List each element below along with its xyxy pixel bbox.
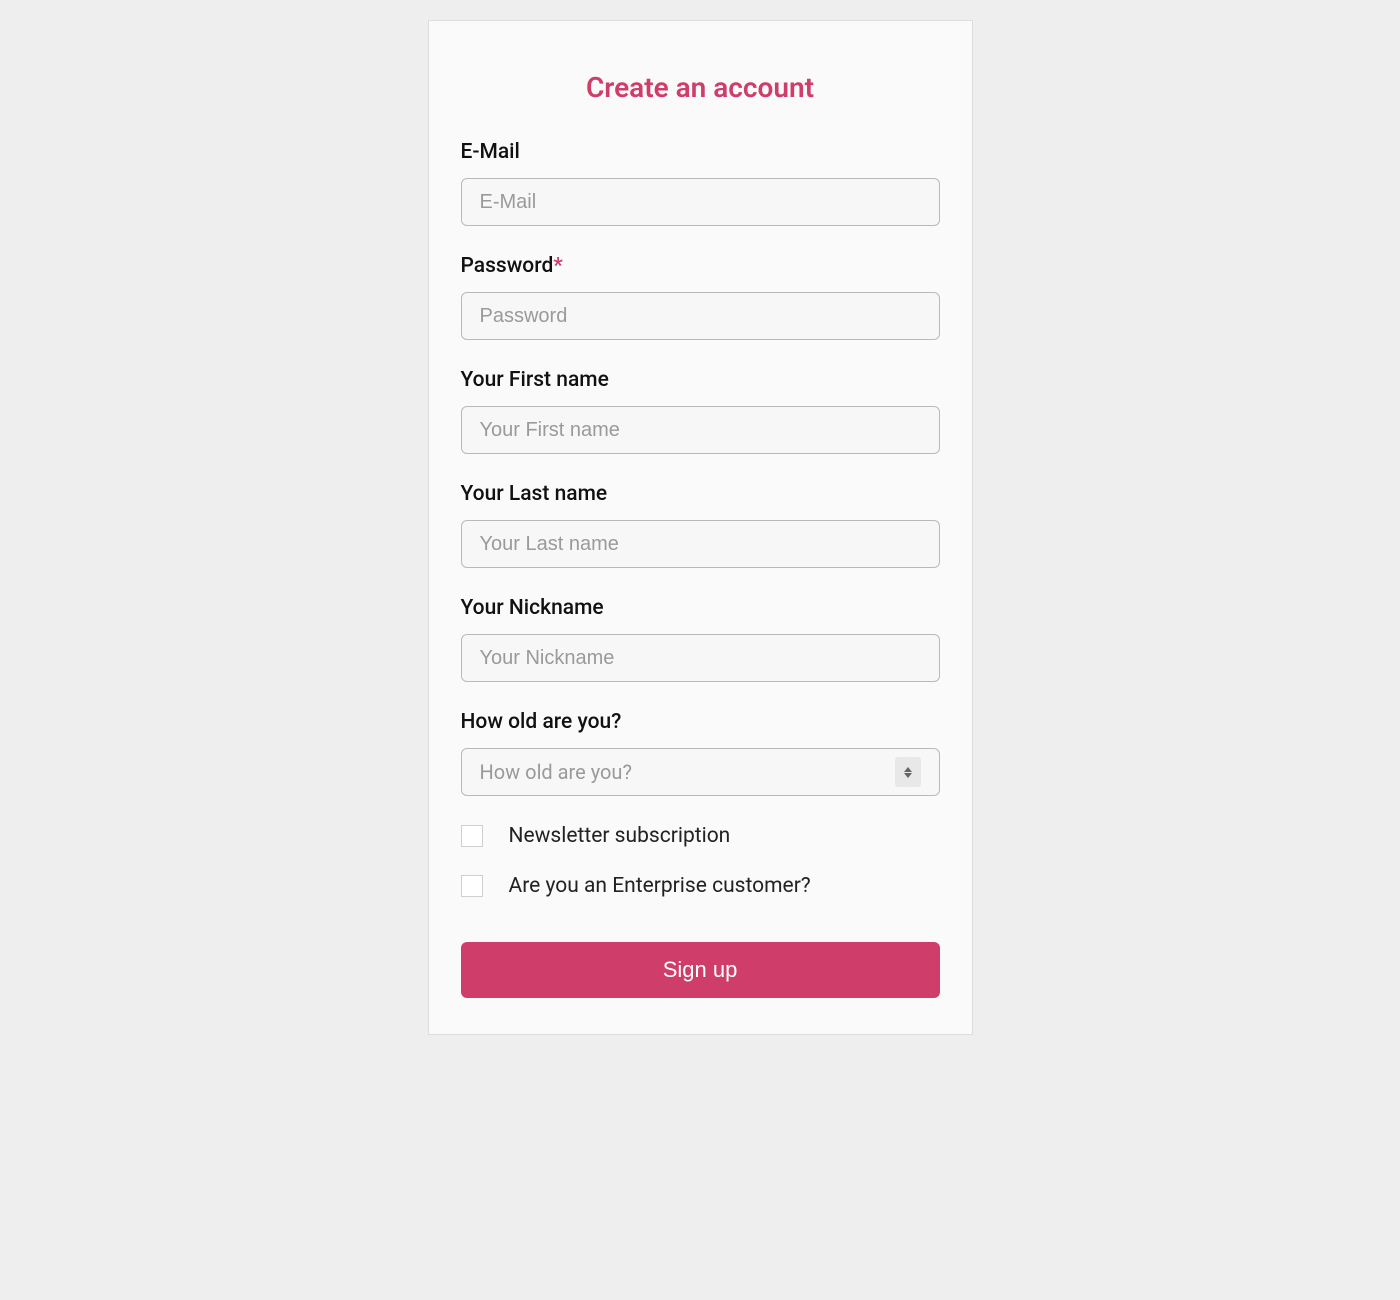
age-label: How old are you?: [461, 710, 940, 734]
enterprise-row: Are you an Enterprise customer?: [461, 874, 940, 898]
chevron-down-icon: [904, 773, 912, 778]
select-stepper-icon: [895, 757, 921, 787]
chevron-up-icon: [904, 767, 912, 772]
firstname-label: Your First name: [461, 368, 940, 392]
age-select-placeholder: How old are you?: [480, 760, 632, 784]
field-age: How old are you? How old are you?: [461, 710, 940, 796]
field-email: E-Mail: [461, 140, 940, 226]
newsletter-checkbox[interactable]: [461, 825, 483, 847]
field-lastname: Your Last name: [461, 482, 940, 568]
password-input[interactable]: [461, 292, 940, 340]
form-title: Create an account: [461, 71, 940, 104]
firstname-input[interactable]: [461, 406, 940, 454]
field-firstname: Your First name: [461, 368, 940, 454]
password-label: Password*: [461, 254, 940, 278]
nickname-input[interactable]: [461, 634, 940, 682]
field-nickname: Your Nickname: [461, 596, 940, 682]
lastname-input[interactable]: [461, 520, 940, 568]
email-label: E-Mail: [461, 140, 940, 164]
signup-card: Create an account E-Mail Password* Your …: [428, 20, 973, 1035]
newsletter-label: Newsletter subscription: [509, 824, 731, 848]
email-input[interactable]: [461, 178, 940, 226]
lastname-label: Your Last name: [461, 482, 940, 506]
required-star-icon: *: [553, 254, 563, 278]
field-password: Password*: [461, 254, 940, 340]
age-select[interactable]: How old are you?: [461, 748, 940, 796]
enterprise-checkbox[interactable]: [461, 875, 483, 897]
signup-button[interactable]: Sign up: [461, 942, 940, 998]
enterprise-label: Are you an Enterprise customer?: [509, 874, 811, 898]
password-label-text: Password: [461, 254, 554, 278]
nickname-label: Your Nickname: [461, 596, 940, 620]
newsletter-row: Newsletter subscription: [461, 824, 940, 848]
